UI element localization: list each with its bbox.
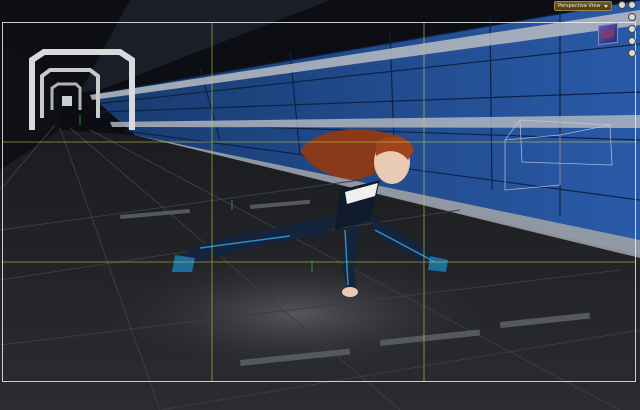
perspective-view-dropdown[interactable]: Perspective View [554,1,612,11]
navigation-tools [617,1,639,63]
scene-render [0,0,640,410]
view-cube-face [602,29,614,39]
chevron-down-icon [604,4,608,8]
view-dropdown-label: Perspective View [558,3,601,9]
reset-view-icon[interactable] [628,49,636,57]
orbit-icon[interactable] [618,1,626,9]
rotate-icon[interactable] [628,37,636,45]
3d-viewport[interactable]: Perspective View [0,0,640,410]
pan-icon[interactable] [628,13,636,21]
zoom-icon[interactable] [628,25,636,33]
view-cube-icon[interactable] [598,22,618,46]
frame-icon[interactable] [628,1,636,9]
